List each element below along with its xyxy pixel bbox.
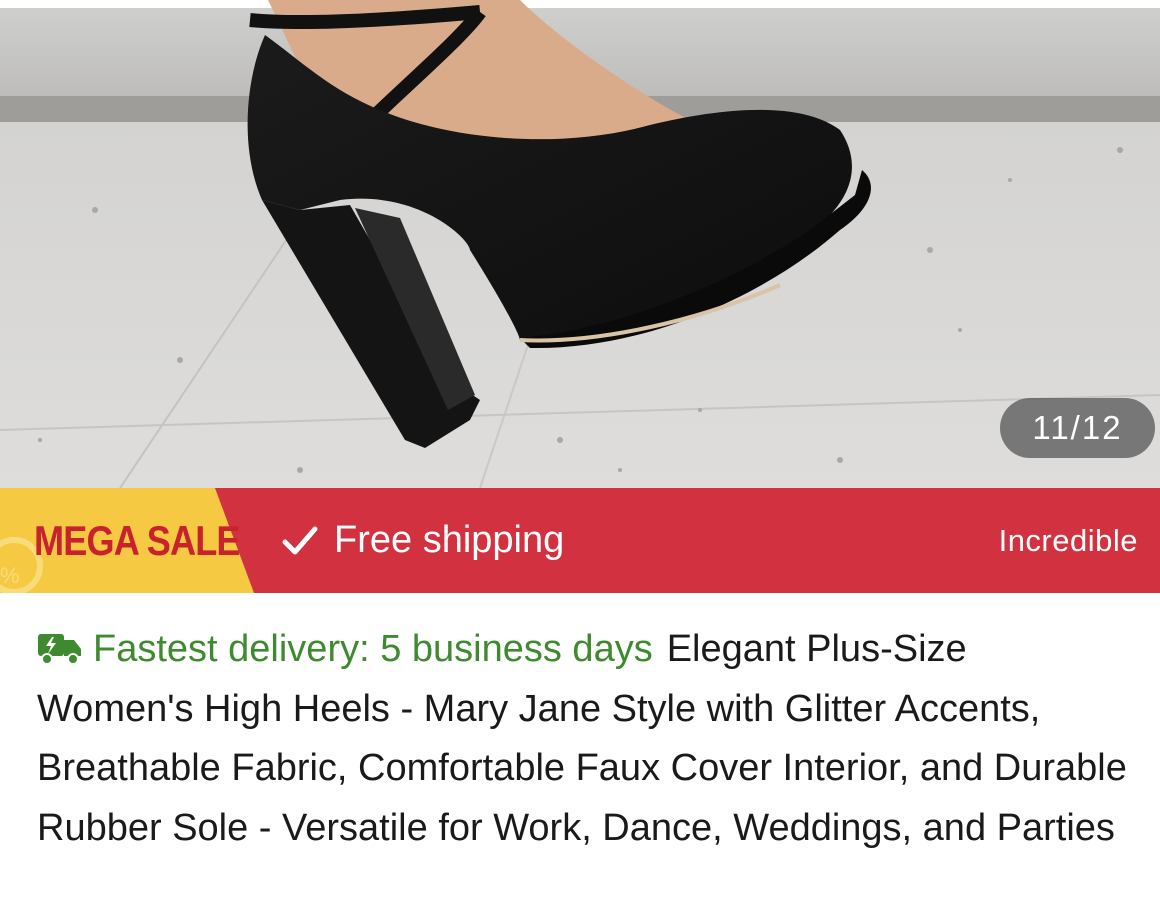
truck-icon bbox=[38, 634, 81, 665]
incredible-label: Incredible bbox=[998, 522, 1138, 558]
check-icon bbox=[282, 526, 318, 554]
mega-sale-badge: % MEGA SALE bbox=[0, 488, 260, 593]
free-shipping-label: Free shipping bbox=[334, 519, 565, 561]
product-description[interactable]: Fastest delivery: 5 business days Elegant… bbox=[37, 620, 1127, 858]
promo-banner[interactable]: % MEGA SALE Free shipping Incredible bbox=[0, 488, 1160, 593]
product-photo bbox=[0, 0, 1160, 488]
image-counter: 11/12 bbox=[1000, 398, 1155, 458]
delivery-info: Fastest delivery: 5 business days bbox=[93, 628, 653, 670]
free-shipping: Free shipping bbox=[280, 488, 564, 593]
mega-sale-label: MEGA SALE bbox=[34, 517, 241, 564]
svg-text:%: % bbox=[0, 563, 20, 588]
product-image-gallery[interactable]: 11/12 bbox=[0, 0, 1160, 488]
